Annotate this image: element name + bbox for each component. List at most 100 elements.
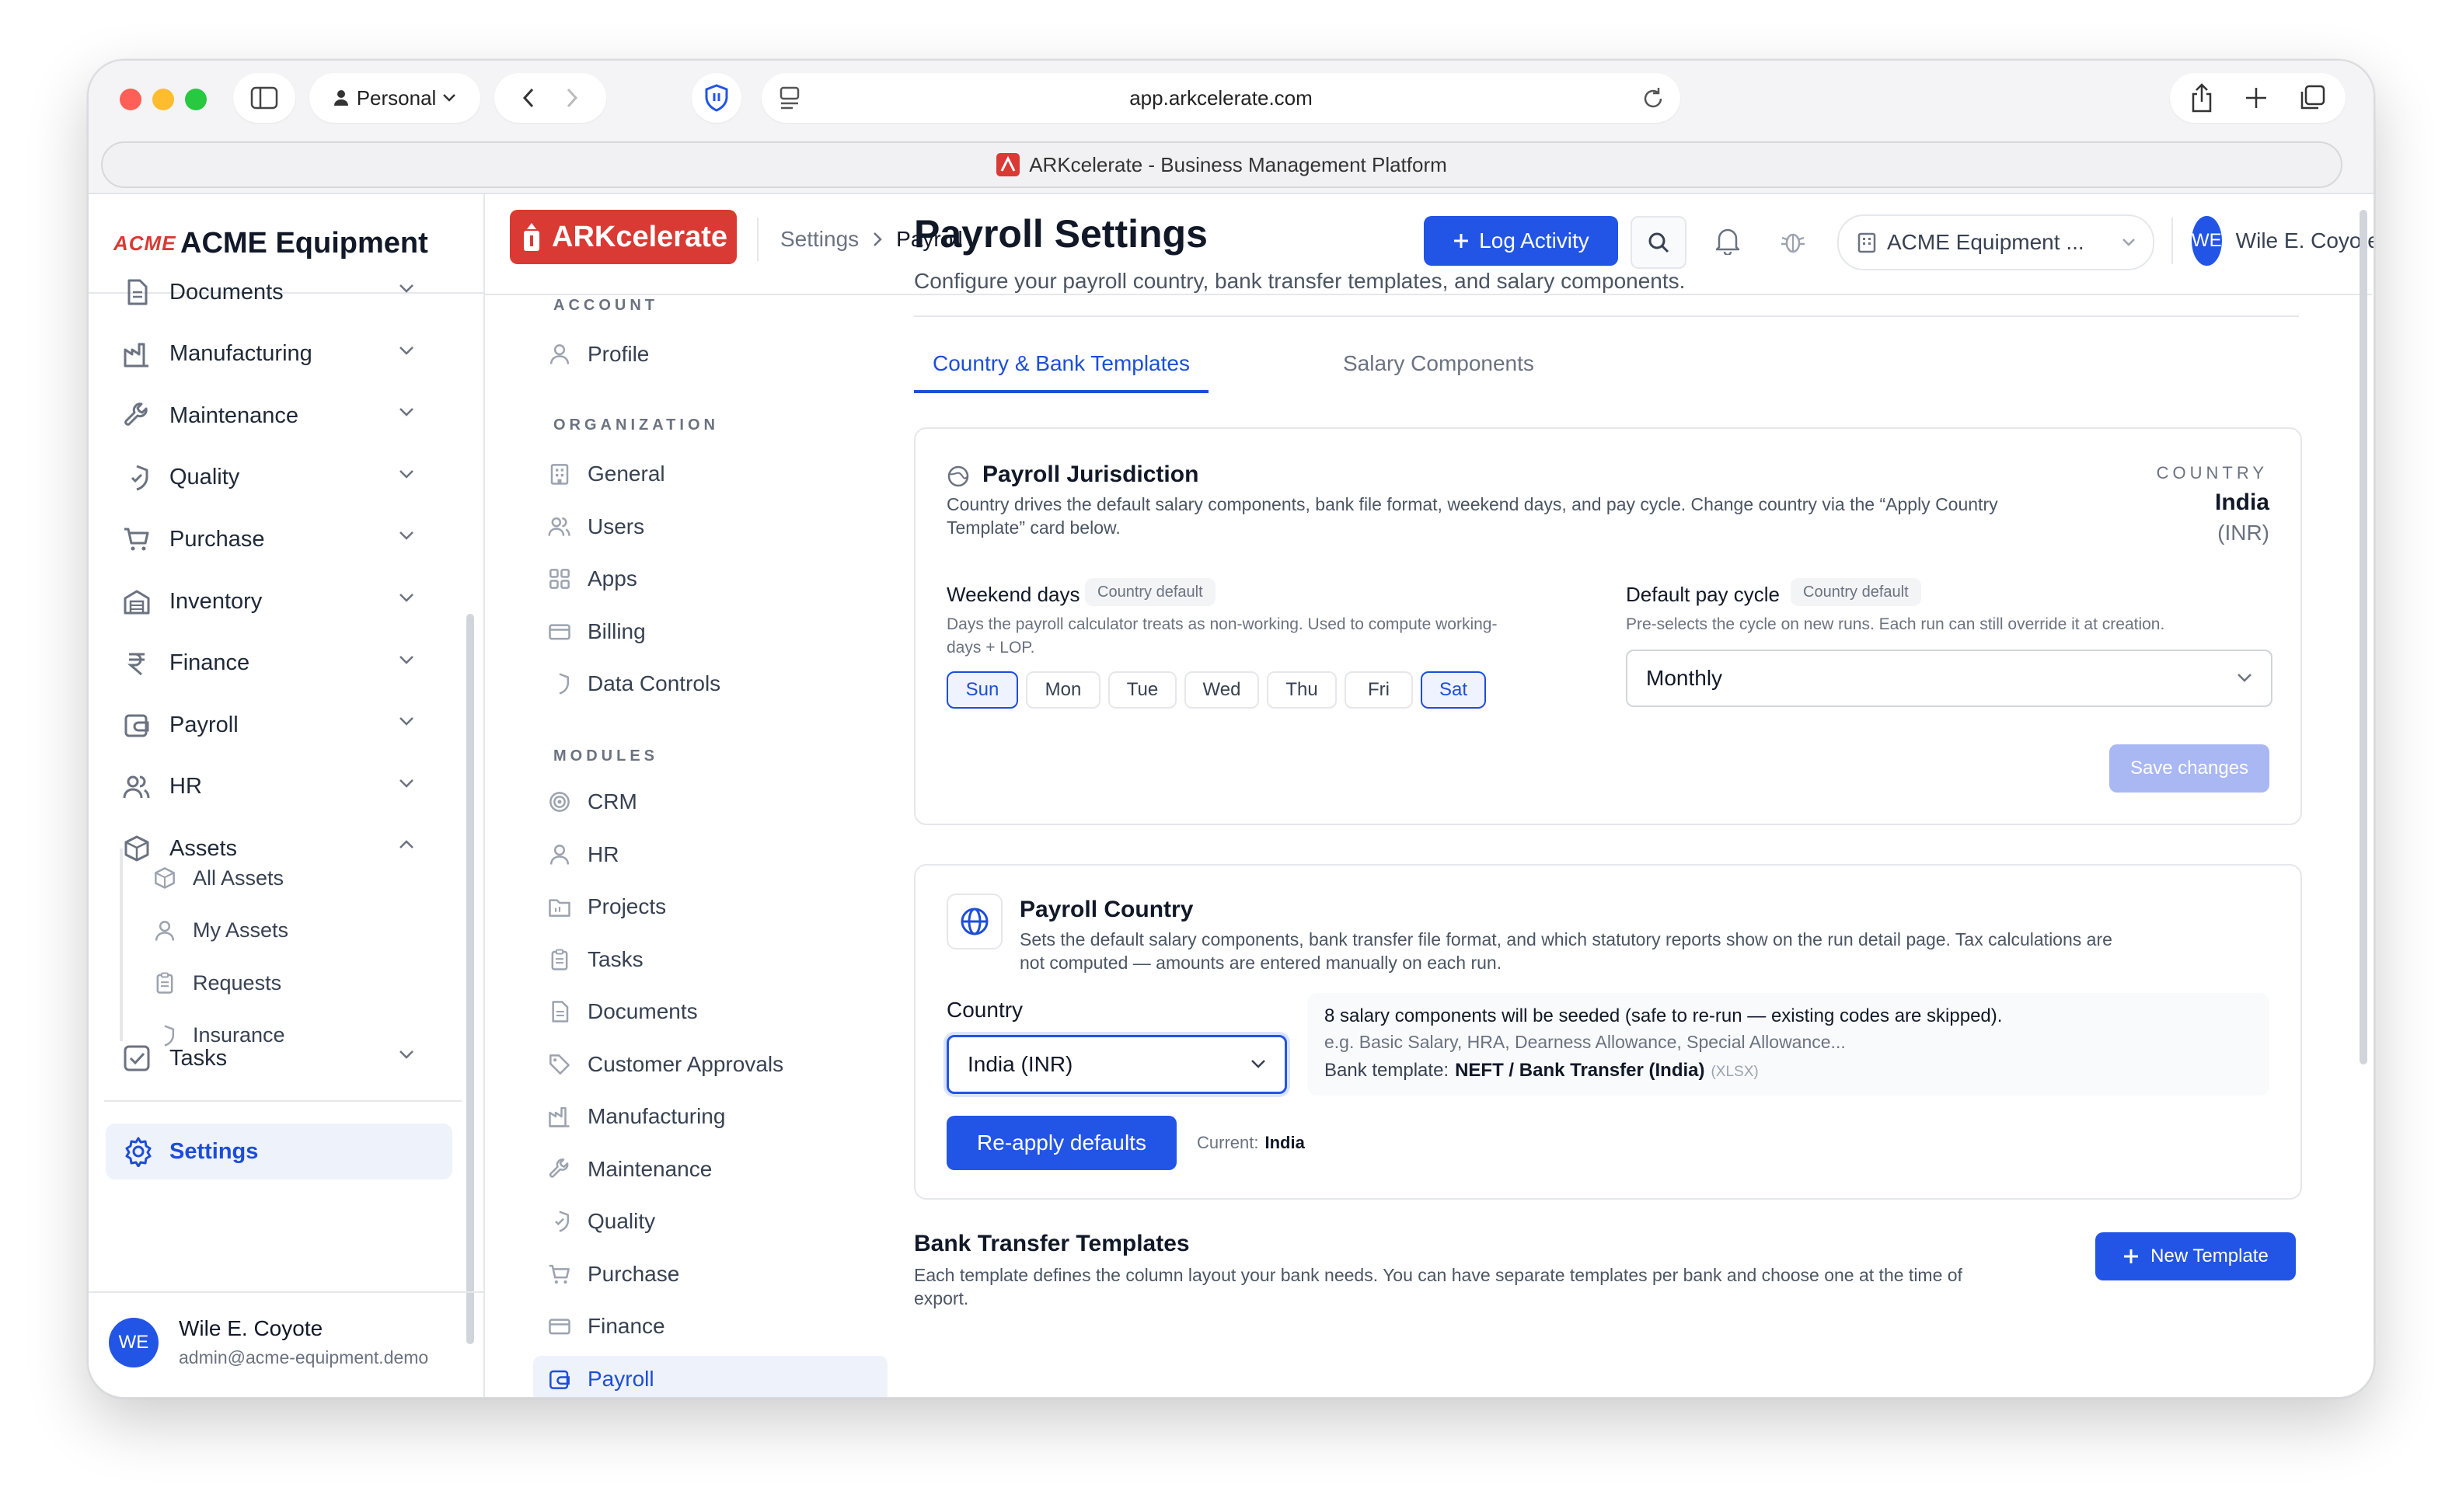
weekend-day-mon[interactable]: Mon bbox=[1026, 671, 1100, 709]
settings-nav-hr[interactable]: HR bbox=[546, 831, 619, 878]
sidebar-item-purchase[interactable]: Purchase bbox=[120, 516, 415, 563]
sidebar-item-hr[interactable]: HR bbox=[120, 764, 415, 810]
chevron-down-icon bbox=[398, 283, 415, 294]
weekend-label: Weekend days bbox=[947, 583, 1080, 606]
tab-salary-components[interactable]: Salary Components bbox=[1324, 337, 1553, 390]
new-tab-icon[interactable] bbox=[2244, 86, 2268, 110]
settings-nav-label: Payroll bbox=[588, 1366, 654, 1391]
weekend-day-wed[interactable]: Wed bbox=[1184, 671, 1259, 709]
settings-nav-profile[interactable]: Profile bbox=[546, 331, 649, 378]
sidebar-subitem-all-assets[interactable]: All Assets bbox=[151, 856, 284, 900]
seed-info-panel: 8 salary components will be seeded (safe… bbox=[1307, 993, 2269, 1096]
chevron-down-icon bbox=[398, 406, 415, 417]
settings-nav-tasks[interactable]: Tasks bbox=[546, 936, 644, 983]
weekend-day-sun[interactable]: Sun bbox=[947, 671, 1018, 709]
sidebar-item-inventory[interactable]: Inventory bbox=[120, 578, 415, 625]
settings-nav-label: Finance bbox=[588, 1314, 665, 1338]
country-field-label: Country bbox=[947, 998, 1024, 1022]
factory-icon bbox=[120, 337, 154, 371]
weekend-day-sat[interactable]: Sat bbox=[1421, 671, 1486, 709]
settings-nav-quality[interactable]: Quality bbox=[546, 1198, 655, 1245]
reader-icon[interactable] bbox=[779, 85, 802, 110]
plus-icon bbox=[1453, 232, 1470, 249]
share-icon[interactable] bbox=[2190, 83, 2213, 113]
settings-nav-users[interactable]: Users bbox=[546, 503, 644, 550]
weekend-day-fri[interactable]: Fri bbox=[1345, 671, 1413, 709]
settings-nav-customer-approvals[interactable]: Customer Approvals bbox=[546, 1041, 783, 1088]
country-select[interactable]: India (INR) bbox=[947, 1035, 1287, 1094]
user-icon bbox=[151, 917, 179, 945]
pay-cycle-select[interactable]: Monthly bbox=[1626, 650, 2272, 707]
search-button[interactable] bbox=[1631, 216, 1686, 269]
save-changes-button[interactable]: Save changes bbox=[2109, 744, 2269, 793]
close-window-button[interactable] bbox=[120, 89, 141, 110]
zoom-window-button[interactable] bbox=[185, 89, 207, 110]
users-icon bbox=[546, 513, 574, 541]
settings-nav-payroll[interactable]: Payroll bbox=[533, 1355, 888, 1397]
sidebar-item-finance[interactable]: Finance bbox=[120, 640, 415, 687]
cart-icon bbox=[120, 522, 154, 556]
sidebar-item-quality[interactable]: Quality bbox=[120, 455, 415, 501]
reload-icon[interactable] bbox=[1641, 85, 1665, 110]
sidebar-subitem-requests[interactable]: Requests bbox=[151, 961, 281, 1005]
settings-nav-maintenance[interactable]: Maintenance bbox=[546, 1146, 712, 1193]
settings-nav-label: CRM bbox=[588, 789, 637, 813]
sidebar-item-documents[interactable]: Documents bbox=[120, 269, 415, 315]
bank-template-line: Bank template: NEFT / Bank Transfer (Ind… bbox=[1324, 1060, 1759, 1082]
subnav-guide bbox=[120, 848, 123, 1041]
sidebar-scrollbar[interactable] bbox=[466, 614, 474, 1344]
back-icon[interactable] bbox=[522, 88, 535, 108]
sidebar-item-maintenance[interactable]: Maintenance bbox=[120, 392, 415, 439]
sidebar-subitem-my-assets[interactable]: My Assets bbox=[151, 909, 288, 953]
brand-logo[interactable]: ARKcelerate bbox=[510, 210, 737, 264]
sidebar-toggle-button[interactable] bbox=[233, 73, 295, 123]
cart-icon bbox=[546, 1260, 574, 1288]
settings-nav-label: Customer Approvals bbox=[588, 1051, 784, 1076]
settings-nav-documents[interactable]: Documents bbox=[546, 988, 698, 1035]
breadcrumb-settings[interactable]: Settings bbox=[780, 227, 859, 252]
weekend-day-thu[interactable]: Thu bbox=[1267, 671, 1337, 709]
bell-icon[interactable] bbox=[1714, 227, 1741, 255]
log-activity-button[interactable]: Log Activity bbox=[1424, 216, 1618, 266]
password-manager-button[interactable] bbox=[692, 73, 741, 123]
minimize-window-button[interactable] bbox=[152, 89, 174, 110]
chevron-down-icon bbox=[398, 469, 415, 479]
tab-overview-icon[interactable] bbox=[2299, 85, 2325, 111]
shield-extension-icon bbox=[704, 84, 729, 112]
settings-nav-manufacturing[interactable]: Manufacturing bbox=[546, 1093, 725, 1140]
sidebar-user-card[interactable]: WE Wile E. Coyote admin@acme-equipment.d… bbox=[109, 1315, 466, 1377]
tab-country-bank-templates[interactable]: Country & Bank Templates bbox=[914, 337, 1209, 393]
settings-nav-purchase[interactable]: Purchase bbox=[546, 1251, 679, 1298]
weekend-day-tue[interactable]: Tue bbox=[1108, 671, 1177, 709]
user-menu[interactable]: WE Wile E. Coyote bbox=[2192, 216, 2374, 266]
settings-nav-apps[interactable]: Apps bbox=[546, 556, 637, 602]
new-template-button[interactable]: New Template bbox=[2095, 1232, 2296, 1280]
wrench-icon bbox=[546, 1155, 574, 1183]
settings-nav-projects[interactable]: Projects bbox=[546, 883, 666, 930]
wallet-icon bbox=[120, 708, 154, 742]
company-selector[interactable]: ACME Equipment ... bbox=[1837, 214, 2154, 270]
active-tab[interactable]: ARKcelerate - Business Management Platfo… bbox=[101, 141, 2342, 188]
settings-nav-general[interactable]: General bbox=[546, 451, 665, 497]
chevron-down-icon bbox=[2122, 238, 2136, 247]
reapply-defaults-button[interactable]: Re-apply defaults bbox=[947, 1116, 1177, 1170]
sidebar-item-manufacturing[interactable]: Manufacturing bbox=[120, 331, 415, 378]
settings-nav-billing[interactable]: Billing bbox=[546, 608, 646, 655]
main-scrollbar[interactable] bbox=[2360, 210, 2367, 1064]
settings-nav-label: HR bbox=[588, 841, 619, 866]
sidebar-item-payroll[interactable]: Payroll bbox=[120, 702, 415, 748]
settings-nav-finance[interactable]: Finance bbox=[546, 1303, 665, 1350]
sidebar-item-tasks[interactable]: Tasks bbox=[120, 1035, 415, 1082]
profile-selector[interactable]: Personal bbox=[309, 73, 480, 123]
forward-icon[interactable] bbox=[566, 88, 578, 108]
settings-nav-data-controls[interactable]: Data Controls bbox=[546, 660, 720, 707]
settings-nav-crm[interactable]: CRM bbox=[546, 779, 637, 825]
sidebar-item-settings[interactable]: Settings bbox=[106, 1124, 452, 1179]
history-nav bbox=[494, 73, 606, 123]
bug-icon[interactable] bbox=[1780, 227, 1806, 255]
url-text: app.arkcelerate.com bbox=[1129, 85, 1313, 110]
sidebar-item-label: HR bbox=[169, 774, 202, 800]
address-bar[interactable]: app.arkcelerate.com bbox=[762, 73, 1680, 123]
sidebar-item-label: Documents bbox=[169, 279, 284, 305]
sidebar-item-label: Quality bbox=[169, 465, 240, 490]
